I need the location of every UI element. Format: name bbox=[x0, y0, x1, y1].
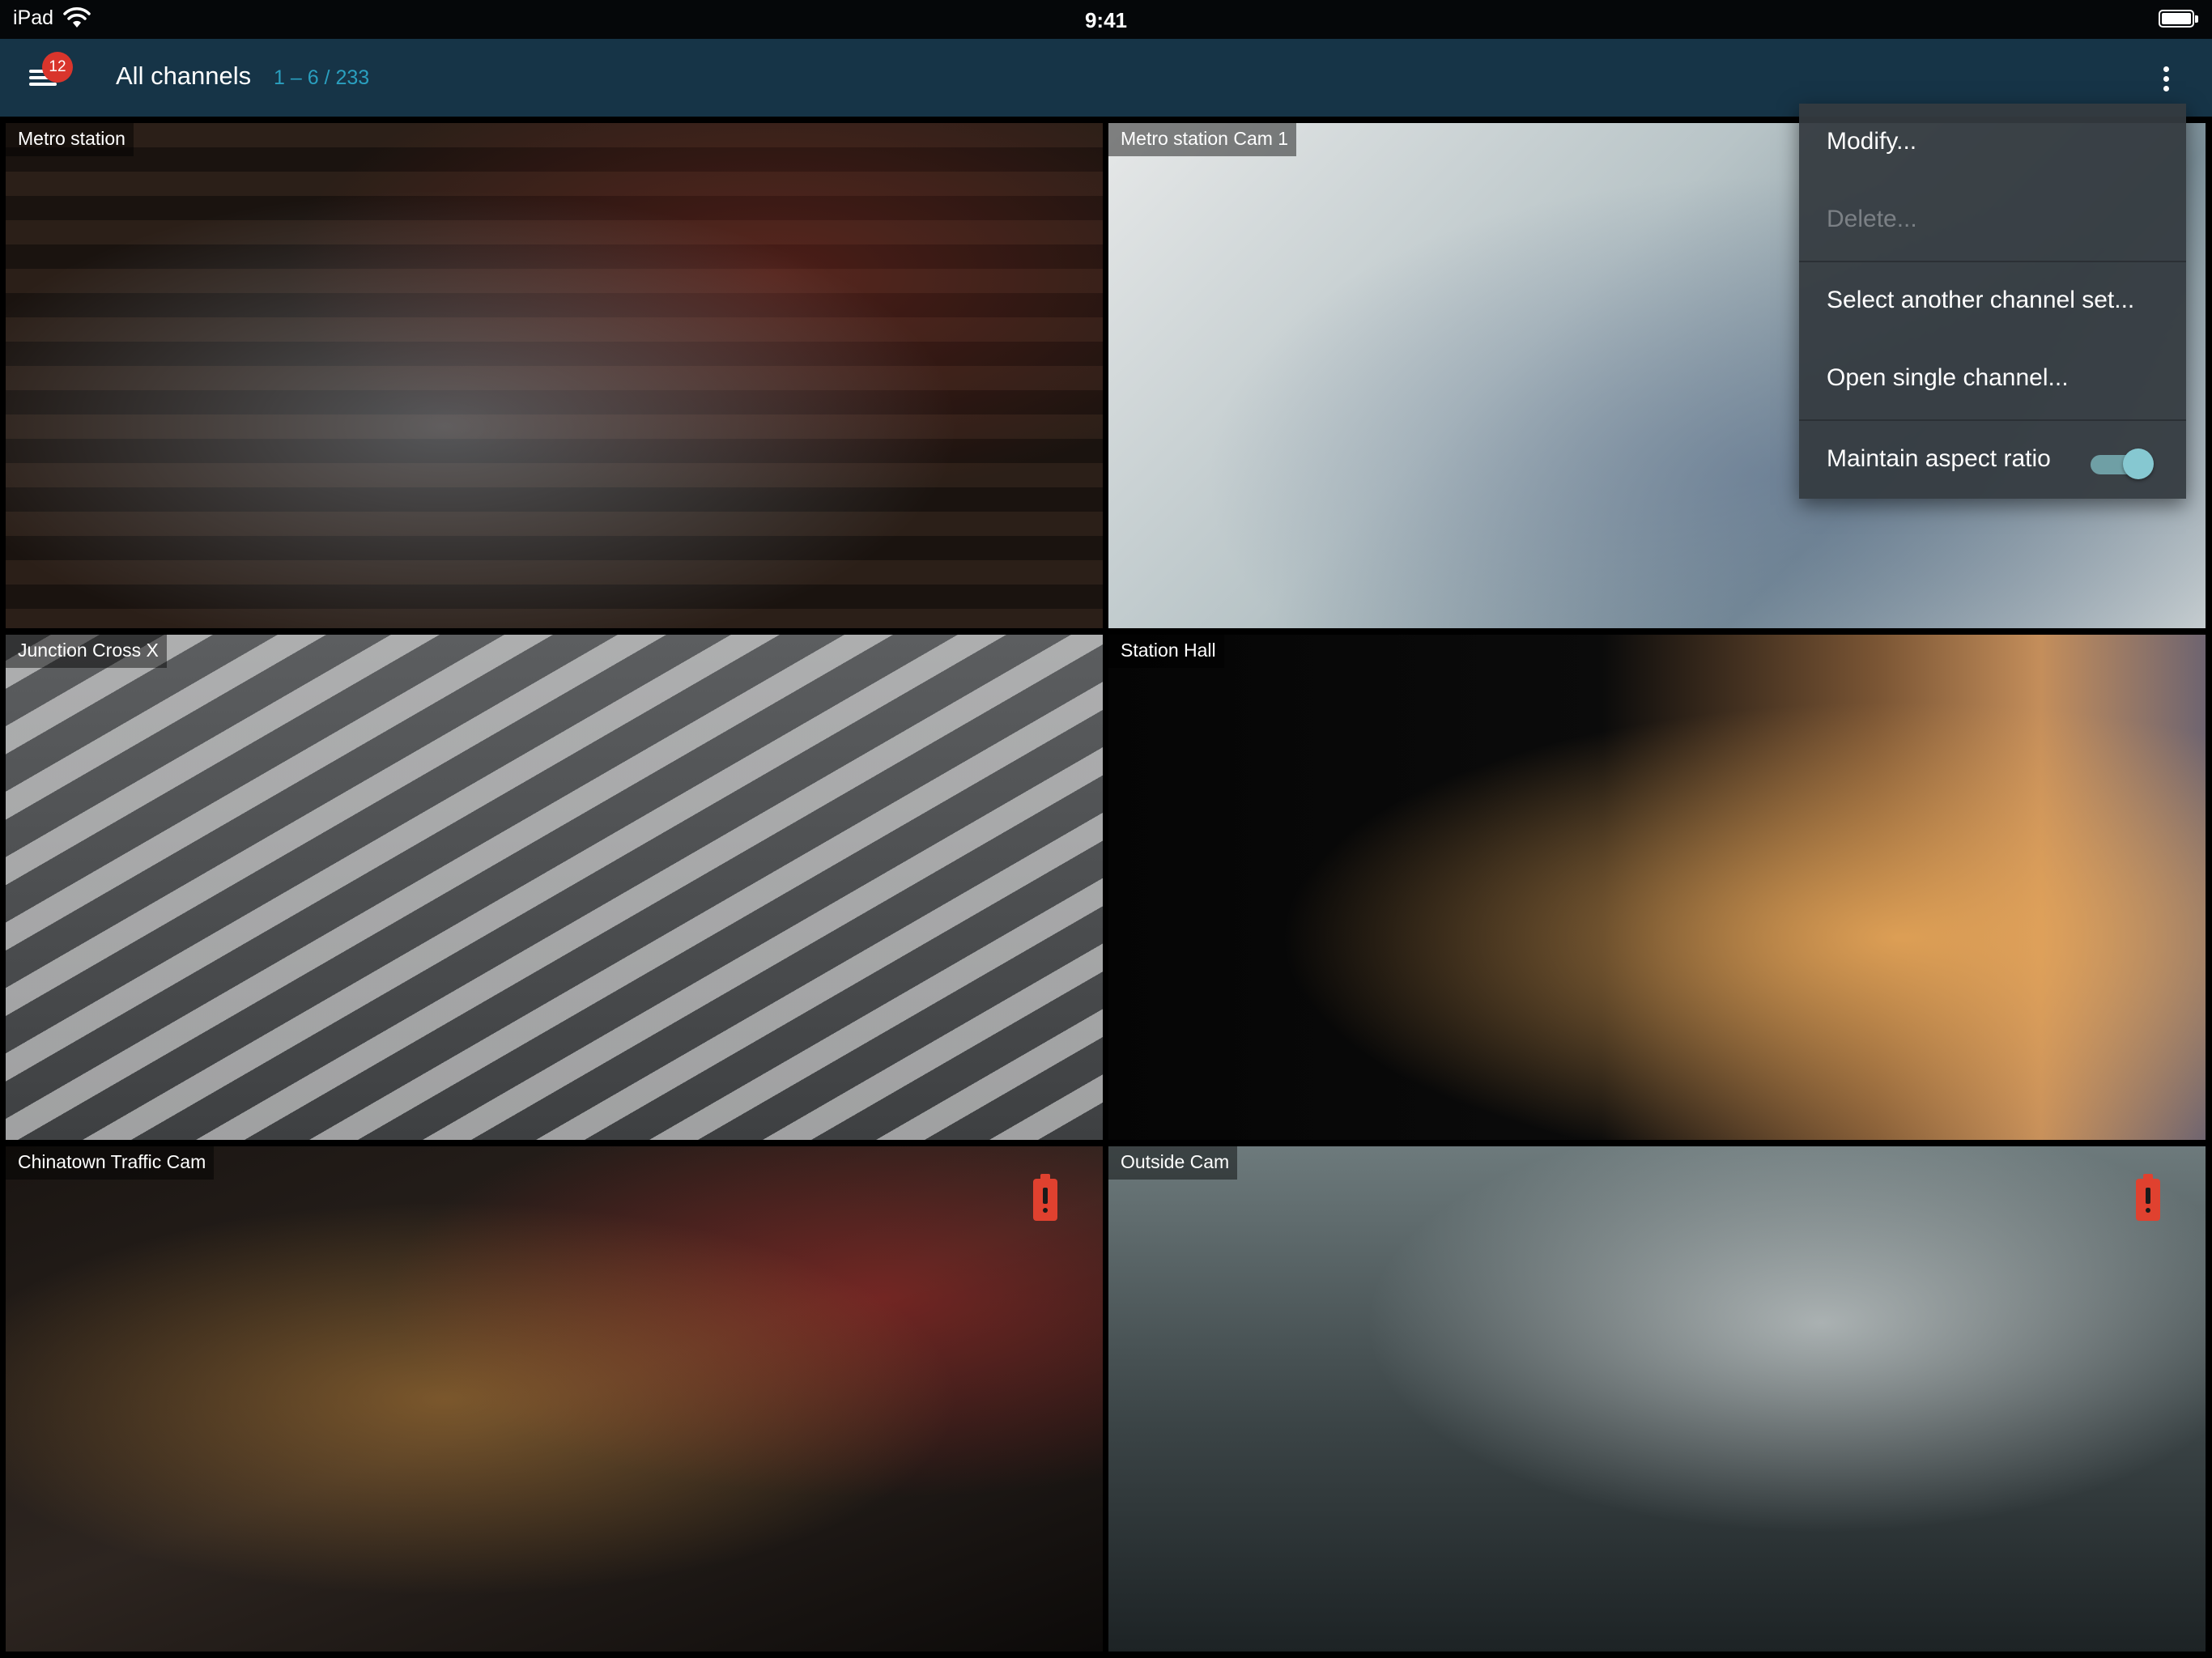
channel-label: Outside Cam bbox=[1108, 1146, 1238, 1180]
menu-item-select-channel-set[interactable]: Select another channel set... bbox=[1799, 262, 2186, 340]
menu-item-modify[interactable]: Modify... bbox=[1799, 104, 2186, 181]
channel-tile[interactable]: Outside Cam bbox=[1108, 1146, 2206, 1652]
menu-item-label: Open single channel... bbox=[1827, 364, 2069, 391]
overflow-menu: Modify... Delete... Select another chann… bbox=[1799, 104, 2186, 499]
menu-item-label: Select another channel set... bbox=[1827, 287, 2135, 313]
channel-range: 1 – 6 / 233 bbox=[274, 66, 370, 89]
page-title: All channels bbox=[116, 62, 252, 90]
overflow-menu-icon[interactable] bbox=[2160, 63, 2172, 96]
alert-icon[interactable] bbox=[1033, 1174, 1057, 1222]
aspect-ratio-toggle[interactable] bbox=[2091, 449, 2154, 479]
status-bar: iPad 9:41 bbox=[0, 0, 2212, 39]
menu-item-maintain-aspect-ratio[interactable]: Maintain aspect ratio bbox=[1799, 421, 2186, 499]
menu-item-label: Modify... bbox=[1827, 128, 1917, 155]
menu-item-open-single-channel[interactable]: Open single channel... bbox=[1799, 340, 2186, 418]
menu-item-delete: Delete... bbox=[1799, 181, 2186, 259]
menu-item-label: Delete... bbox=[1827, 206, 1917, 232]
channel-tile[interactable]: Chinatown Traffic Cam bbox=[6, 1146, 1103, 1652]
channel-label: Chinatown Traffic Cam bbox=[6, 1146, 215, 1180]
battery-icon bbox=[2159, 10, 2199, 29]
channel-label: Metro station bbox=[6, 123, 134, 156]
notification-badge: 12 bbox=[42, 52, 73, 83]
status-time: 9:41 bbox=[1084, 8, 1128, 32]
channel-tile[interactable]: Junction Cross X bbox=[6, 635, 1103, 1140]
channel-label: Junction Cross X bbox=[6, 635, 167, 668]
channel-tile[interactable]: Metro station bbox=[6, 123, 1103, 628]
alert-icon[interactable] bbox=[2136, 1174, 2160, 1222]
channel-tile[interactable]: Station Hall bbox=[1108, 635, 2206, 1140]
channel-label: Metro station Cam 1 bbox=[1108, 123, 1297, 156]
channel-label: Station Hall bbox=[1108, 635, 1224, 668]
menu-item-label: Maintain aspect ratio bbox=[1827, 445, 2051, 472]
